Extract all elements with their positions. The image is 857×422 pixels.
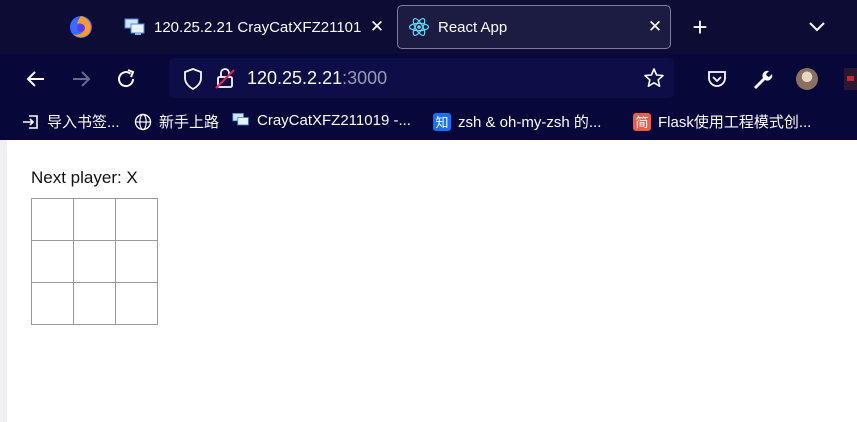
bookmark-label: 导入书签...: [47, 114, 120, 131]
board-square[interactable]: [73, 198, 116, 241]
board-square[interactable]: [31, 240, 74, 283]
close-icon[interactable]: ✕: [644, 17, 666, 37]
board-square[interactable]: [73, 282, 116, 325]
zhihu-icon: 知: [433, 112, 451, 131]
avatar[interactable]: [796, 68, 818, 90]
forward-arrow-icon[interactable]: [69, 67, 93, 91]
game-board: [31, 198, 158, 325]
remote-desktop-icon: [124, 18, 145, 35]
import-icon: [23, 114, 38, 129]
bookmark-getting-started[interactable]: 新手上路: [134, 111, 219, 132]
board-square[interactable]: [73, 240, 116, 283]
reload-icon[interactable]: [114, 67, 138, 91]
tab-remote-desktop[interactable]: 120.25.2.21 CrayCatXFZ21101 ✕: [110, 5, 392, 49]
board-square[interactable]: [115, 240, 158, 283]
wrench-icon[interactable]: [751, 68, 773, 90]
url-host: 120.25.2.21: [247, 68, 343, 88]
star-icon[interactable]: [643, 67, 665, 89]
remote-desktop-icon: [232, 113, 249, 126]
chevron-down-icon[interactable]: [806, 15, 828, 37]
globe-icon: [134, 113, 152, 130]
back-arrow-icon[interactable]: [24, 67, 48, 91]
tab-title: React App: [438, 18, 508, 36]
bookmark-import[interactable]: 导入书签...: [22, 111, 120, 132]
bookmark-remote-desktop[interactable]: CrayCatXFZ211019 -...: [232, 111, 411, 129]
firefox-icon[interactable]: [68, 14, 94, 40]
tab-title: 120.25.2.21 CrayCatXFZ21101: [154, 18, 362, 36]
board-square[interactable]: [31, 282, 74, 325]
tab-react-app[interactable]: React App ✕: [397, 5, 671, 49]
react-icon: [408, 17, 430, 37]
window-edge: [0, 140, 7, 422]
jianshu-icon: 简: [633, 112, 651, 131]
board-square[interactable]: [115, 282, 158, 325]
bookmark-label: Flask使用工程模式创...: [658, 114, 812, 131]
close-icon[interactable]: ✕: [366, 17, 388, 37]
board-square[interactable]: [115, 198, 158, 241]
bookmark-jianshu[interactable]: 简 Flask使用工程模式创...: [633, 111, 811, 132]
board-square[interactable]: [31, 198, 74, 241]
bookmark-label: CrayCatXFZ211019 -...: [257, 111, 411, 129]
new-tab-button[interactable]: +: [688, 13, 712, 41]
navigation-toolbar: 120.25.2.21:3000: [0, 54, 857, 104]
extension-icon[interactable]: [844, 68, 857, 90]
bookmark-label: 新手上路: [159, 114, 220, 131]
page-content: Next player: X: [0, 140, 857, 422]
url-text[interactable]: 120.25.2.21:3000: [247, 68, 387, 89]
pocket-icon[interactable]: [706, 68, 728, 90]
game-status: Next player: X: [31, 168, 138, 187]
bookmarks-toolbar: 导入书签... 新手上路 CrayCatXFZ211019 -... 知 zsh…: [0, 104, 857, 140]
bookmark-label: zsh & oh-my-zsh 的...: [458, 114, 602, 131]
shield-icon[interactable]: [183, 68, 203, 90]
tab-strip: 120.25.2.21 CrayCatXFZ21101 ✕ React App …: [0, 0, 857, 54]
url-bar[interactable]: 120.25.2.21:3000: [169, 58, 674, 98]
bookmark-zhihu[interactable]: 知 zsh & oh-my-zsh 的...: [433, 111, 601, 132]
url-port: :3000: [342, 68, 388, 88]
insecure-lock-icon[interactable]: [215, 67, 235, 89]
